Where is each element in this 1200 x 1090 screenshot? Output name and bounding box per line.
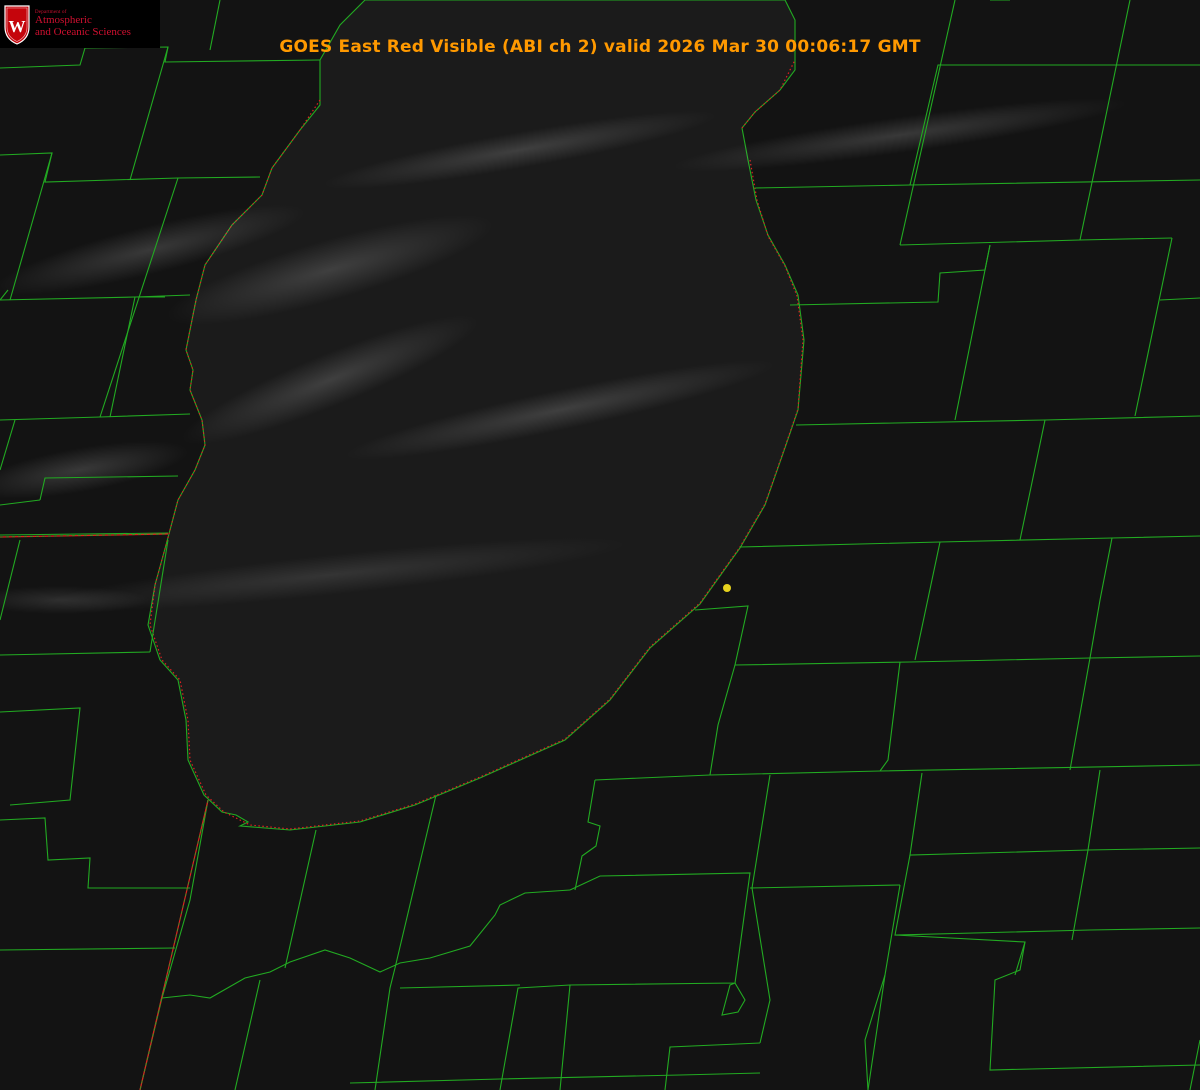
- logo-initial: W: [9, 17, 26, 36]
- satellite-map: [0, 0, 1200, 1090]
- logo-line1: Atmospheric: [35, 14, 92, 27]
- image-title: GOES East Red Visible (ABI ch 2) valid 2…: [279, 37, 921, 57]
- yellow-dot-station-icon: [723, 584, 731, 592]
